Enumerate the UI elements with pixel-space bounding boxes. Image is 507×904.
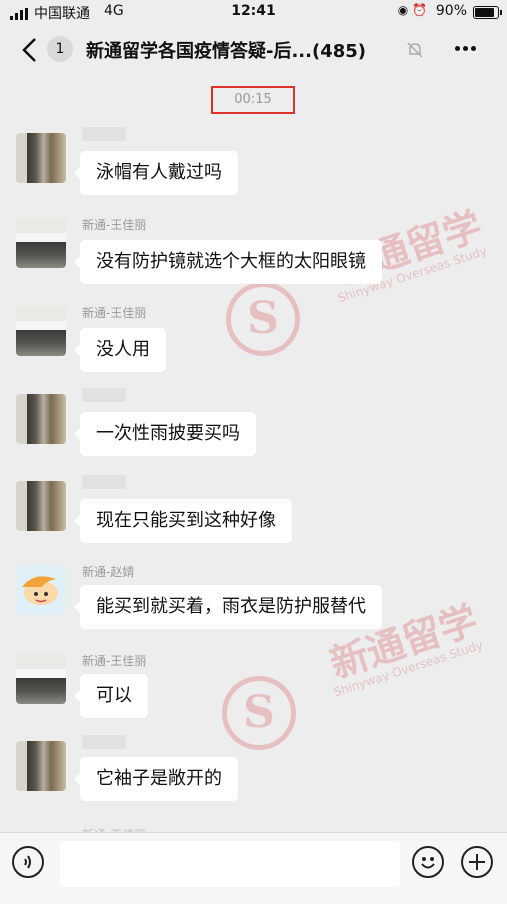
watermark-brand-en: Shinyway Overseas Study xyxy=(332,637,485,700)
message-bubble[interactable]: 能买到就买着，雨衣是防护服替代 xyxy=(74,585,382,629)
chat-input-bar xyxy=(0,832,507,904)
avatar[interactable] xyxy=(16,306,66,356)
sender-name-blurred xyxy=(82,735,126,749)
clock: 12:41 xyxy=(231,3,276,19)
message-bubble[interactable]: 它袖子是敞开的 xyxy=(74,757,238,801)
chevron-left-icon[interactable] xyxy=(18,36,42,64)
chat-title: 新通留学各国疫情答疑-后...(485) xyxy=(86,41,367,62)
battery-percent: 90% xyxy=(435,3,467,19)
chat-header: 1 新通留学各国疫情答疑-后...(485) xyxy=(0,24,507,76)
message-bubble[interactable]: 现在只能买到这种好像 xyxy=(74,499,292,543)
plus-icon[interactable] xyxy=(461,846,493,878)
message-timestamp: 00:15 xyxy=(211,86,295,114)
message-bubble[interactable]: 没人用 xyxy=(74,328,166,372)
message-bubble[interactable]: 一次性雨披要买吗 xyxy=(74,412,256,456)
sender-name: 新通-王佳丽 xyxy=(82,306,147,320)
avatar[interactable] xyxy=(16,218,66,268)
avatar[interactable] xyxy=(16,565,66,615)
avatar[interactable] xyxy=(16,654,66,704)
avatar[interactable] xyxy=(16,394,66,444)
watermark-logo: S xyxy=(226,282,300,356)
status-bar: 中国联通 4G 12:41 ◉ ⏰ 90% xyxy=(0,0,507,24)
message-bubble[interactable]: 可以 xyxy=(74,674,148,718)
sender-name-blurred xyxy=(82,475,126,489)
unread-count-badge[interactable]: 1 xyxy=(47,36,73,62)
message-input[interactable] xyxy=(60,841,400,887)
avatar[interactable] xyxy=(16,133,66,183)
sender-name: 新通-王佳丽 xyxy=(82,218,147,232)
sender-name-blurred xyxy=(82,388,126,402)
sender-name: 新通-王佳丽 xyxy=(82,654,147,668)
emoji-icon[interactable] xyxy=(412,846,444,878)
more-dots-icon[interactable] xyxy=(455,46,477,52)
bell-muted-icon xyxy=(407,42,423,58)
message-bubble[interactable]: 泳帽有人戴过吗 xyxy=(74,151,238,195)
message-bubble[interactable]: 没有防护镜就选个大框的太阳眼镜 xyxy=(74,240,382,284)
battery-icon xyxy=(473,6,502,19)
avatar[interactable] xyxy=(16,481,66,531)
status-icons: ◉ ⏰ xyxy=(397,3,427,17)
cartoon-avatar-icon xyxy=(22,576,58,605)
sender-name-blurred xyxy=(82,127,126,141)
watermark-logo: S xyxy=(222,676,296,750)
voice-icon[interactable] xyxy=(12,846,44,878)
avatar[interactable] xyxy=(16,741,66,791)
sender-name: 新通-赵婧 xyxy=(82,565,135,579)
